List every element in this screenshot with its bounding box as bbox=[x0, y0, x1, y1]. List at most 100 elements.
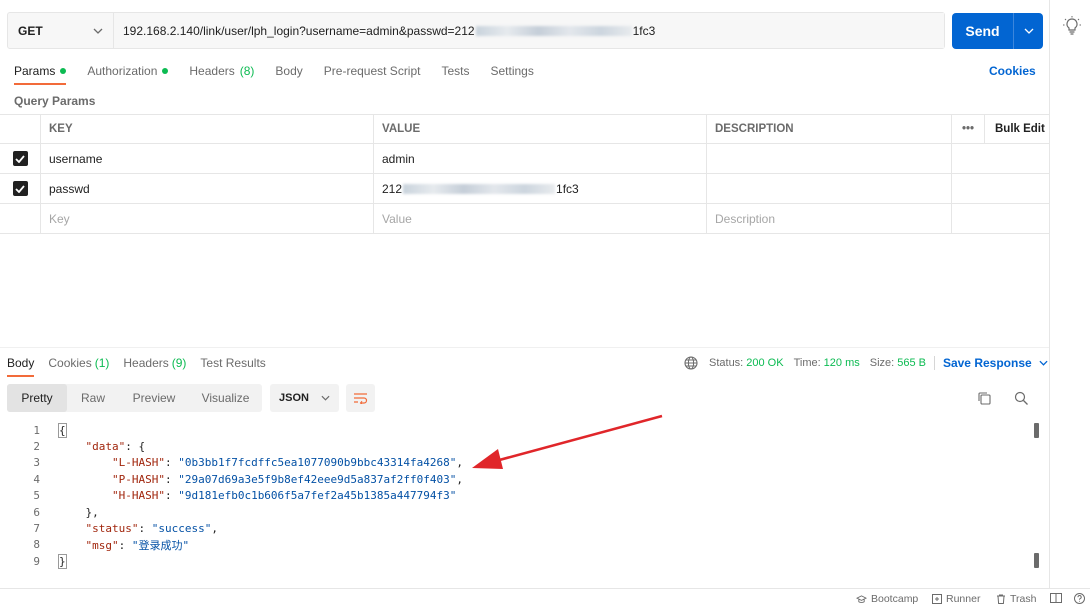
copy-icon[interactable] bbox=[977, 391, 992, 406]
url-input[interactable]: 192.168.2.140/link/user/lph_login?userna… bbox=[114, 13, 944, 48]
save-response-button[interactable]: Save Response bbox=[943, 356, 1048, 370]
row-spacer bbox=[985, 204, 1049, 233]
tab-settings[interactable]: Settings bbox=[491, 63, 534, 79]
right-sidebar-divider bbox=[1049, 0, 1050, 588]
size-label: Size: bbox=[869, 357, 895, 369]
line-number: 1 bbox=[33, 423, 40, 437]
param-key-cell[interactable]: username bbox=[41, 144, 374, 173]
send-options-button[interactable] bbox=[1014, 13, 1043, 49]
new-key-input[interactable]: Key bbox=[41, 204, 374, 233]
send-label: Send bbox=[952, 13, 1014, 49]
tab-pre-request-script[interactable]: Pre-request Script bbox=[324, 63, 421, 79]
layout-toggle-button[interactable] bbox=[1050, 593, 1062, 603]
chevron-down-icon bbox=[93, 28, 103, 34]
response-divider[interactable] bbox=[0, 347, 1049, 348]
view-visualize[interactable]: Visualize bbox=[189, 384, 262, 412]
param-value-cell[interactable]: admin bbox=[374, 144, 707, 173]
scrollbar-thumb[interactable] bbox=[1034, 553, 1039, 568]
wrap-lines-icon bbox=[354, 393, 368, 404]
line-number: 4 bbox=[33, 472, 40, 486]
trash-button[interactable]: Trash bbox=[996, 593, 1036, 604]
bulk-edit-button[interactable]: Bulk Edit bbox=[985, 115, 1049, 143]
tab-tests[interactable]: Tests bbox=[441, 63, 469, 79]
row-checkbox-cell bbox=[0, 204, 41, 233]
line-number: 3 bbox=[33, 456, 40, 470]
divider bbox=[933, 356, 935, 370]
url-suffix: 1fc3 bbox=[632, 23, 656, 38]
tab-response-headers[interactable]: Headers (9) bbox=[123, 355, 186, 371]
view-raw[interactable]: Raw bbox=[67, 384, 119, 412]
param-description-cell[interactable] bbox=[707, 144, 952, 173]
save-response-label: Save Response bbox=[942, 356, 1032, 370]
chevron-down-icon bbox=[321, 395, 330, 401]
table-row: passwd 212 1fc3 bbox=[0, 174, 1049, 204]
tab-count: (8) bbox=[239, 64, 255, 78]
table-row-new: Key Value Description bbox=[0, 204, 1049, 234]
new-value-input[interactable]: Value bbox=[374, 204, 707, 233]
response-body-editor[interactable]: 1{ 2 "data": { 3 "L-HASH": "0b3bb1f7fcdf… bbox=[0, 422, 1040, 570]
time-value: 120 ms bbox=[823, 357, 860, 369]
code-line: 6 }, bbox=[0, 504, 1040, 520]
runner-label: Runner bbox=[946, 593, 981, 604]
more-options-button[interactable]: ••• bbox=[952, 115, 985, 143]
tab-label: Tests bbox=[441, 64, 470, 78]
tab-label: Headers bbox=[189, 64, 235, 78]
tab-response-cookies[interactable]: Cookies (1) bbox=[48, 355, 109, 371]
format-select[interactable]: JSON bbox=[270, 384, 339, 412]
tab-label: Headers bbox=[123, 356, 169, 370]
params-table: KEY VALUE DESCRIPTION ••• Bulk Edit user… bbox=[0, 114, 1049, 234]
tab-count: (1) bbox=[94, 356, 110, 370]
line-number: 5 bbox=[33, 489, 40, 503]
row-spacer bbox=[952, 144, 985, 173]
line-number: 7 bbox=[33, 522, 40, 536]
scrollbar-thumb[interactable] bbox=[1034, 423, 1039, 438]
line-number: 8 bbox=[33, 538, 40, 552]
code-text: "msg": "登录成功" bbox=[85, 538, 190, 552]
globe-icon[interactable] bbox=[684, 356, 698, 370]
param-value-prefix: 212 bbox=[382, 181, 403, 196]
tab-params[interactable]: Params bbox=[14, 63, 67, 85]
request-tabs: Params Authorization Headers (8) Body Pre… bbox=[14, 63, 555, 85]
trash-label: Trash bbox=[1010, 593, 1037, 604]
tab-authorization[interactable]: Authorization bbox=[87, 63, 169, 79]
param-value-cell[interactable]: 212 1fc3 bbox=[374, 174, 707, 203]
line-number: 9 bbox=[33, 554, 40, 568]
status-value: 200 OK bbox=[746, 357, 784, 369]
param-description-cell[interactable] bbox=[707, 174, 952, 203]
method-select[interactable]: GET bbox=[8, 13, 114, 48]
param-key-cell[interactable]: passwd bbox=[41, 174, 374, 203]
method-label: GET bbox=[18, 23, 43, 38]
new-description-input[interactable]: Description bbox=[707, 204, 952, 233]
tab-test-results[interactable]: Test Results bbox=[200, 355, 265, 371]
view-pretty[interactable]: Pretty bbox=[7, 384, 67, 412]
column-header-key: KEY bbox=[41, 115, 374, 143]
code-line: 9} bbox=[0, 553, 1040, 569]
query-params-title: Query Params bbox=[14, 94, 96, 108]
tab-body[interactable]: Body bbox=[275, 63, 302, 79]
search-icon[interactable] bbox=[1014, 391, 1029, 406]
runner-button[interactable]: Runner bbox=[932, 593, 980, 604]
view-mode-selector: Pretty Raw Preview Visualize bbox=[7, 384, 262, 412]
active-dot-icon bbox=[60, 68, 67, 74]
line-number: 6 bbox=[33, 505, 40, 519]
chevron-down-icon bbox=[1024, 28, 1033, 34]
row-checkbox-cell bbox=[0, 174, 41, 203]
code-text: "P-HASH": "29a07d69a3e5f9b8ef42eee9d5a83… bbox=[111, 472, 463, 486]
wrap-lines-button[interactable] bbox=[346, 384, 375, 412]
row-spacer bbox=[952, 174, 985, 203]
two-pane-icon bbox=[1050, 593, 1062, 603]
lightbulb-icon[interactable] bbox=[1063, 16, 1081, 36]
tab-count: (9) bbox=[171, 356, 187, 370]
bootcamp-button[interactable]: Bootcamp bbox=[856, 593, 918, 604]
row-checkbox[interactable] bbox=[12, 151, 28, 166]
row-spacer bbox=[952, 204, 985, 233]
row-checkbox[interactable] bbox=[12, 181, 28, 196]
view-preview[interactable]: Preview bbox=[119, 384, 189, 412]
row-checkbox-cell bbox=[0, 144, 41, 173]
tab-headers[interactable]: Headers (8) bbox=[189, 63, 254, 79]
tab-response-body[interactable]: Body bbox=[7, 355, 35, 377]
send-button[interactable]: Send bbox=[952, 13, 1043, 49]
tab-label: Body bbox=[275, 64, 303, 78]
help-button[interactable] bbox=[1074, 593, 1085, 604]
cookies-link[interactable]: Cookies bbox=[989, 64, 1036, 78]
